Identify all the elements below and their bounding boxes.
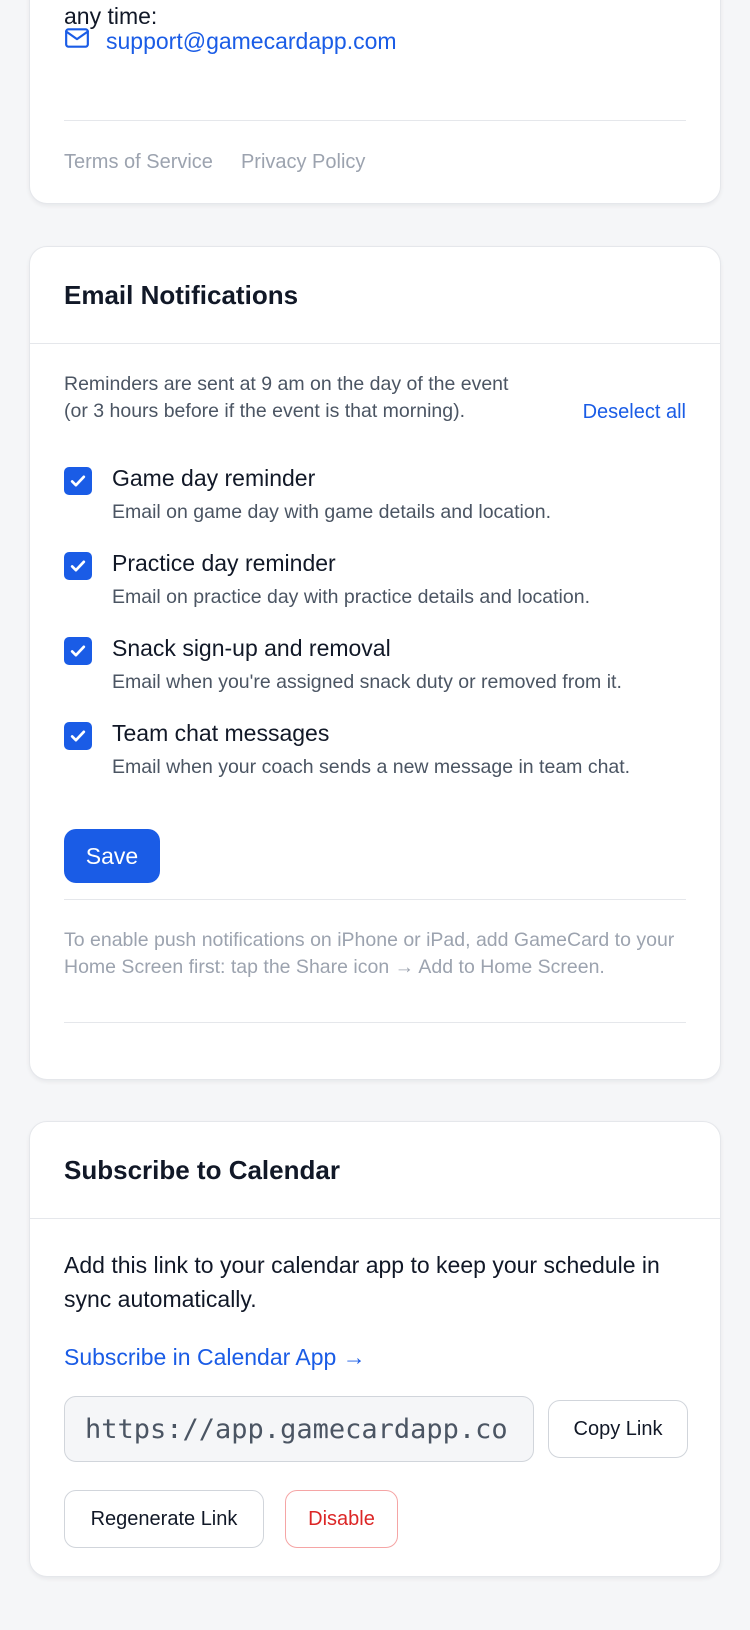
checkmark-icon [70,730,86,742]
practice-day-checkbox[interactable] [64,552,92,580]
checkmark-icon [70,560,86,572]
pref-description: Email when you're assigned snack duty or… [112,671,622,693]
calendar-url-field[interactable] [64,1396,534,1462]
card-header: Subscribe to Calendar [30,1122,720,1219]
pref-description: Email on game day with game details and … [112,501,551,523]
checkmark-icon [70,475,86,487]
reminder-info-text: Reminders are sent at 9 am on the day of… [64,373,509,422]
pref-label: Practice day reminder [112,550,336,576]
pref-label: Snack sign-up and removal [112,635,391,661]
support-email-link[interactable]: support@gamecardapp.com [64,25,397,57]
save-button[interactable]: Save [64,829,160,883]
divider [64,1022,686,1023]
game-day-checkbox[interactable] [64,467,92,495]
support-email-text: support@gamecardapp.com [106,27,397,54]
email-notifications-card: Email Notifications Reminders are sent a… [29,246,721,1080]
team-chat-checkbox[interactable] [64,722,92,750]
support-card: any time: support@gamecardapp.com Terms … [29,0,721,204]
divider [64,120,686,121]
push-notification-hint: To enable push notifications on iPhone o… [64,929,675,978]
card-header: Email Notifications [30,247,720,344]
disable-button[interactable]: Disable [285,1490,398,1548]
divider [64,899,686,900]
calendar-subscribe-card: Subscribe to Calendar Add this link to y… [29,1121,721,1577]
email-notifications-title: Email Notifications [64,279,299,310]
snack-signup-checkbox[interactable] [64,637,92,665]
pref-label: Game day reminder [112,465,316,491]
checkmark-icon [70,645,86,657]
subscribe-in-calendar-link[interactable]: Subscribe in Calendar App → [64,1344,366,1371]
copy-link-button[interactable]: Copy Link [548,1400,688,1458]
pref-label: Team chat messages [112,720,330,746]
regenerate-link-button[interactable]: Regenerate Link [64,1490,264,1548]
calendar-description: Add this link to your calendar app to ke… [64,1252,660,1312]
mail-icon [64,25,90,57]
privacy-policy-link[interactable]: Privacy Policy [241,151,365,174]
calendar-title: Subscribe to Calendar [64,1154,340,1185]
pref-description: Email when your coach sends a new messag… [112,756,631,778]
deselect-all-button[interactable]: Deselect all [583,401,686,424]
terms-of-service-link[interactable]: Terms of Service [64,151,213,174]
footer-links: Terms of Service Privacy Policy [64,151,365,174]
pref-description: Email on practice day with practice deta… [112,586,590,608]
